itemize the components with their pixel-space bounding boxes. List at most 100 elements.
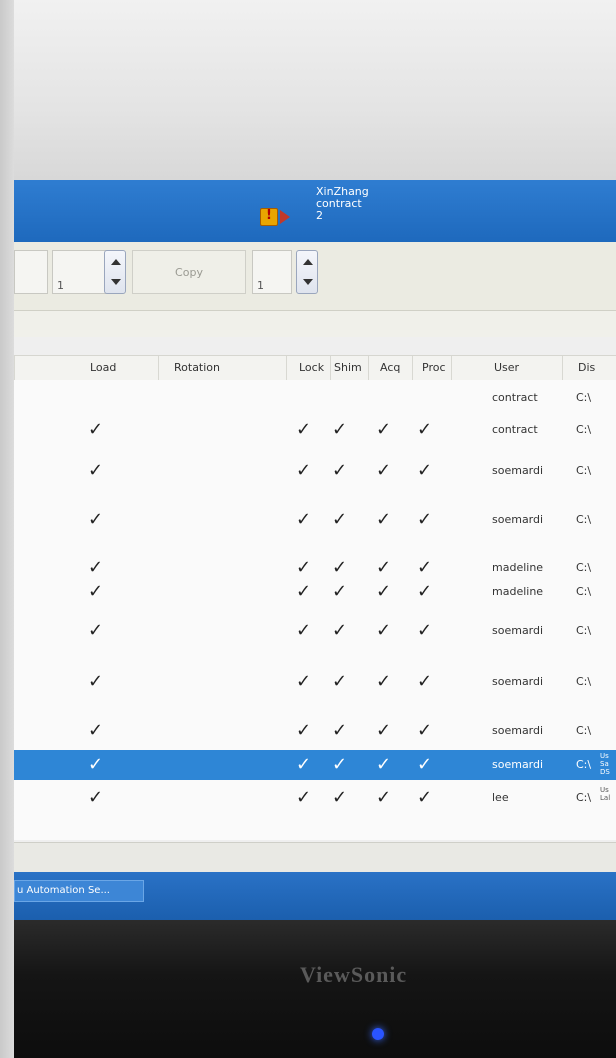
lock-check-icon[interactable]: ✓	[296, 622, 311, 640]
shim-check-icon[interactable]: ✓	[332, 511, 347, 529]
dis-cell: C:\	[576, 675, 592, 688]
lock-check-icon[interactable]: ✓	[296, 673, 311, 691]
proc-check-icon[interactable]: ✓	[417, 756, 432, 774]
proc-check-icon[interactable]: ✓	[417, 462, 432, 480]
table-row[interactable]: ✓ ✓ ✓ ✓ ✓ contract C:\	[14, 418, 616, 442]
shim-check-icon[interactable]: ✓	[332, 722, 347, 740]
shim-check-icon[interactable]: ✓	[332, 462, 347, 480]
load-check-icon[interactable]: ✓	[88, 622, 103, 640]
horizontal-scrollbar[interactable]	[14, 842, 616, 873]
lock-check-icon[interactable]: ✓	[296, 756, 311, 774]
header-divider	[412, 356, 413, 380]
header-shim[interactable]: Shim	[334, 361, 362, 374]
table-row[interactable]: ✓ ✓ ✓ ✓ ✓ soemardi C:\	[14, 614, 616, 648]
truncated-info-cell: Us Lal	[600, 786, 611, 802]
lock-check-icon[interactable]: ✓	[296, 559, 311, 577]
user-cell: lee	[492, 791, 509, 804]
shim-check-icon[interactable]: ✓	[332, 583, 347, 601]
user-cell: madeline	[492, 561, 544, 574]
acq-check-icon[interactable]: ✓	[376, 511, 391, 529]
header-load[interactable]: Load	[90, 361, 116, 374]
shim-check-icon[interactable]: ✓	[332, 559, 347, 577]
header-dis[interactable]: Dis	[578, 361, 595, 374]
acq-check-icon[interactable]: ✓	[376, 789, 391, 807]
header-user[interactable]: User	[494, 361, 519, 374]
dis-cell: C:\	[576, 391, 592, 404]
shim-check-icon[interactable]: ✓	[332, 421, 347, 439]
user-cell: contract	[492, 423, 538, 436]
acq-check-icon[interactable]: ✓	[376, 673, 391, 691]
lock-check-icon[interactable]: ✓	[296, 462, 311, 480]
status-line-count: 2	[316, 209, 323, 222]
truncated-info-cell: Us Sa DS	[600, 752, 610, 776]
load-check-icon[interactable]: ✓	[88, 756, 103, 774]
table-row[interactable]: ✓ ✓ ✓ ✓ ✓ soemardi C:\ Us Sa DS	[14, 750, 616, 780]
warning-status-icon[interactable]	[260, 208, 278, 226]
table-row[interactable]: ✓ ✓ ✓ ✓ ✓ soemardi C:\	[14, 714, 616, 748]
header-divider	[562, 356, 563, 380]
table-row[interactable]: contract C:\	[14, 386, 616, 410]
load-check-icon[interactable]: ✓	[88, 559, 103, 577]
proc-check-icon[interactable]: ✓	[417, 559, 432, 577]
user-cell: soemardi	[492, 724, 544, 737]
dis-cell: C:\	[576, 423, 592, 436]
load-check-icon[interactable]: ✓	[88, 789, 103, 807]
power-led-icon[interactable]	[372, 1028, 384, 1040]
table-row[interactable]: ✓ ✓ ✓ ✓ ✓ madeline C:\	[14, 580, 616, 604]
background-left	[0, 0, 14, 1058]
header-acq[interactable]: Acq	[380, 361, 400, 374]
shim-check-icon[interactable]: ✓	[332, 673, 347, 691]
proc-check-icon[interactable]: ✓	[417, 421, 432, 439]
dis-cell: C:\	[576, 513, 592, 526]
quantity-stepper-a[interactable]	[104, 250, 126, 294]
load-check-icon[interactable]: ✓	[88, 722, 103, 740]
load-check-icon[interactable]: ✓	[88, 462, 103, 480]
proc-check-icon[interactable]: ✓	[417, 583, 432, 601]
load-check-icon[interactable]: ✓	[88, 673, 103, 691]
table-row[interactable]: ✓ ✓ ✓ ✓ ✓ lee C:\ Us Lal	[14, 784, 616, 812]
acq-check-icon[interactable]: ✓	[376, 756, 391, 774]
experiment-table: contract C:\ ✓ ✓ ✓ ✓ ✓ contract C:\ ✓ ✓ ✓ ✓ ✓ soemardi…	[14, 380, 616, 840]
lock-check-icon[interactable]: ✓	[296, 583, 311, 601]
header-divider	[14, 356, 15, 380]
lock-check-icon[interactable]: ✓	[296, 722, 311, 740]
quantity-field-a[interactable]: 1	[52, 250, 110, 294]
table-row[interactable]: ✓ ✓ ✓ ✓ ✓ soemardi C:\	[14, 500, 616, 540]
header-rotation[interactable]: Rotation	[174, 361, 220, 374]
acq-check-icon[interactable]: ✓	[376, 462, 391, 480]
title-bar: XinZhang contract 2	[14, 180, 616, 242]
lock-check-icon[interactable]: ✓	[296, 511, 311, 529]
proc-check-icon[interactable]: ✓	[417, 789, 432, 807]
left-field[interactable]	[14, 250, 48, 294]
dis-cell: C:\	[576, 561, 592, 574]
table-row[interactable]: ✓ ✓ ✓ ✓ ✓ madeline C:\	[14, 556, 616, 580]
copy-button[interactable]: Copy	[132, 250, 246, 294]
proc-check-icon[interactable]: ✓	[417, 622, 432, 640]
proc-check-icon[interactable]: ✓	[417, 511, 432, 529]
header-lock[interactable]: Lock	[299, 361, 324, 374]
quantity-field-b[interactable]: 1	[252, 250, 292, 294]
load-check-icon[interactable]: ✓	[88, 421, 103, 439]
taskbar-item-automation[interactable]: u Automation Se...	[14, 880, 144, 902]
acq-check-icon[interactable]: ✓	[376, 722, 391, 740]
quantity-field-b-value: 1	[257, 279, 264, 292]
lock-check-icon[interactable]: ✓	[296, 789, 311, 807]
quantity-stepper-b[interactable]	[296, 250, 318, 294]
acq-check-icon[interactable]: ✓	[376, 583, 391, 601]
table-row[interactable]: ✓ ✓ ✓ ✓ ✓ soemardi C:\	[14, 660, 616, 704]
proc-check-icon[interactable]: ✓	[417, 722, 432, 740]
proc-check-icon[interactable]: ✓	[417, 673, 432, 691]
table-row[interactable]: ✓ ✓ ✓ ✓ ✓ soemardi C:\	[14, 454, 616, 488]
load-check-icon[interactable]: ✓	[88, 583, 103, 601]
acq-check-icon[interactable]: ✓	[376, 622, 391, 640]
dis-cell: C:\	[576, 585, 592, 598]
acq-check-icon[interactable]: ✓	[376, 421, 391, 439]
header-proc[interactable]: Proc	[422, 361, 446, 374]
load-check-icon[interactable]: ✓	[88, 511, 103, 529]
acq-check-icon[interactable]: ✓	[376, 559, 391, 577]
shim-check-icon[interactable]: ✓	[332, 622, 347, 640]
taskbar: u Automation Se...	[14, 872, 616, 920]
lock-check-icon[interactable]: ✓	[296, 421, 311, 439]
shim-check-icon[interactable]: ✓	[332, 756, 347, 774]
shim-check-icon[interactable]: ✓	[332, 789, 347, 807]
